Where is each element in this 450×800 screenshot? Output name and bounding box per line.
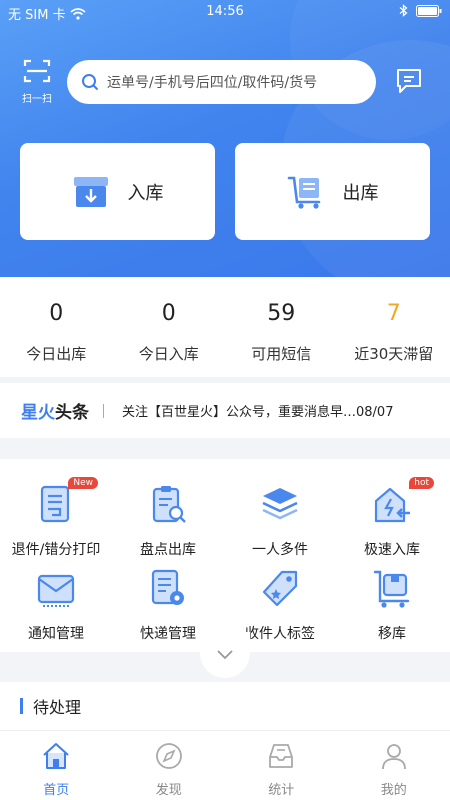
clock: 14:56 (206, 4, 244, 19)
inbound-button[interactable]: 入库 (20, 143, 215, 240)
stat-value: 0 (161, 301, 176, 326)
statistics-icon (269, 744, 294, 768)
feature-label: 极速入库 (364, 542, 420, 558)
stat-label: 可用短信 (251, 345, 312, 363)
news-brand: 星火头条 (21, 398, 89, 423)
section-title: 待处理 (33, 698, 82, 717)
tab-label: 发现 (155, 783, 182, 798)
divider (103, 403, 104, 418)
compass-icon (155, 743, 182, 769)
expand-button[interactable] (200, 632, 250, 678)
news-brand-first: 星火 (21, 403, 55, 423)
feature-return-print[interactable]: New 退件/错分打印 (0, 477, 112, 559)
message-button[interactable] (394, 66, 426, 98)
inbound-label: 入库 (127, 182, 164, 204)
courier-settings-icon (151, 569, 184, 605)
feature-label: 盘点出库 (140, 542, 196, 558)
feature-multi-parcel[interactable]: 一人多件 (224, 483, 336, 559)
news-brand-second: 头条 (55, 403, 89, 423)
feature-label: 移库 (378, 626, 406, 642)
user-icon (381, 744, 406, 770)
tab-profile[interactable]: 我的 (338, 731, 450, 800)
stat-value: 0 (49, 301, 64, 326)
search-placeholder: 运单号/手机号后四位/取件码/货号 (107, 75, 318, 91)
new-badge: New (68, 477, 98, 489)
feature-relocate[interactable]: 移库 (336, 567, 448, 643)
stat-value: 7 (386, 301, 401, 326)
news-text: 关注【百世星火】公众号，重要消息早…08/07 (122, 405, 394, 420)
feature-inventory-outbound[interactable]: 盘点出库 (112, 483, 224, 559)
tab-label: 首页 (43, 783, 70, 798)
stack-icon (262, 488, 298, 520)
section-accent-bar (20, 698, 23, 714)
stat-value: 59 (267, 301, 296, 326)
cart-icon (373, 570, 410, 608)
status-bar: 无 SIM 卡 14:56 (0, 0, 450, 24)
stat-today-inbound[interactable]: 0 今日入库 (113, 277, 226, 377)
tab-discover[interactable]: 发现 (113, 731, 226, 800)
stat-stranded-30d[interactable]: 7 近30天滞留 (338, 277, 450, 377)
scan-icon (23, 59, 51, 83)
outbound-button[interactable]: 出库 (235, 143, 430, 240)
outbound-label: 出库 (342, 182, 379, 204)
stat-sms-available[interactable]: 59 可用短信 (225, 277, 338, 377)
stats-panel: 0 今日出库 0 今日入库 59 可用短信 7 近30天滞留 (0, 277, 450, 377)
feature-notification-mgmt[interactable]: 通知管理 (0, 567, 112, 643)
scan-label: 扫一扫 (22, 94, 52, 105)
feature-label: 退件/错分打印 (11, 542, 101, 558)
fast-inbound-icon (374, 487, 410, 523)
chevron-down-icon (217, 650, 233, 660)
outbound-cart-icon (287, 176, 320, 209)
feature-label: 一人多件 (252, 542, 308, 558)
stat-label: 近30天滞留 (354, 345, 434, 363)
tab-label: 统计 (268, 783, 295, 798)
scan-button[interactable]: 扫一扫 (18, 58, 56, 105)
inventory-search-icon (152, 486, 186, 523)
news-ticker[interactable]: 星火头条 关注【百世星火】公众号，重要消息早…08/07 (0, 383, 450, 438)
bluetooth-icon (399, 4, 408, 17)
tab-statistics[interactable]: 统计 (225, 731, 338, 800)
stat-label: 今日入库 (138, 345, 199, 363)
feature-grid: New 退件/错分打印 盘点出库 一人多件 hot 极速入库 通知管理 快递管理… (0, 459, 450, 652)
bottom-tab-bar: 首页 发现 统计 我的 (0, 730, 450, 800)
inbound-box-icon (73, 176, 108, 207)
hot-badge: hot (409, 477, 434, 489)
feature-label: 通知管理 (28, 626, 84, 642)
feature-fast-inbound[interactable]: hot 极速入库 (336, 477, 448, 559)
message-icon (397, 69, 421, 93)
search-input[interactable]: 运单号/手机号后四位/取件码/货号 (67, 60, 376, 104)
return-print-icon (40, 485, 70, 523)
search-icon (82, 74, 99, 91)
envelope-icon (37, 574, 75, 607)
stat-today-outbound[interactable]: 0 今日出库 (0, 277, 113, 377)
tag-icon (262, 570, 298, 607)
home-icon (43, 743, 69, 769)
status-right (399, 4, 442, 17)
pending-section: 待处理 (0, 682, 450, 730)
tab-home[interactable]: 首页 (0, 731, 113, 800)
battery-icon (416, 4, 442, 17)
tab-label: 我的 (380, 783, 407, 798)
stat-label: 今日出库 (26, 345, 87, 363)
